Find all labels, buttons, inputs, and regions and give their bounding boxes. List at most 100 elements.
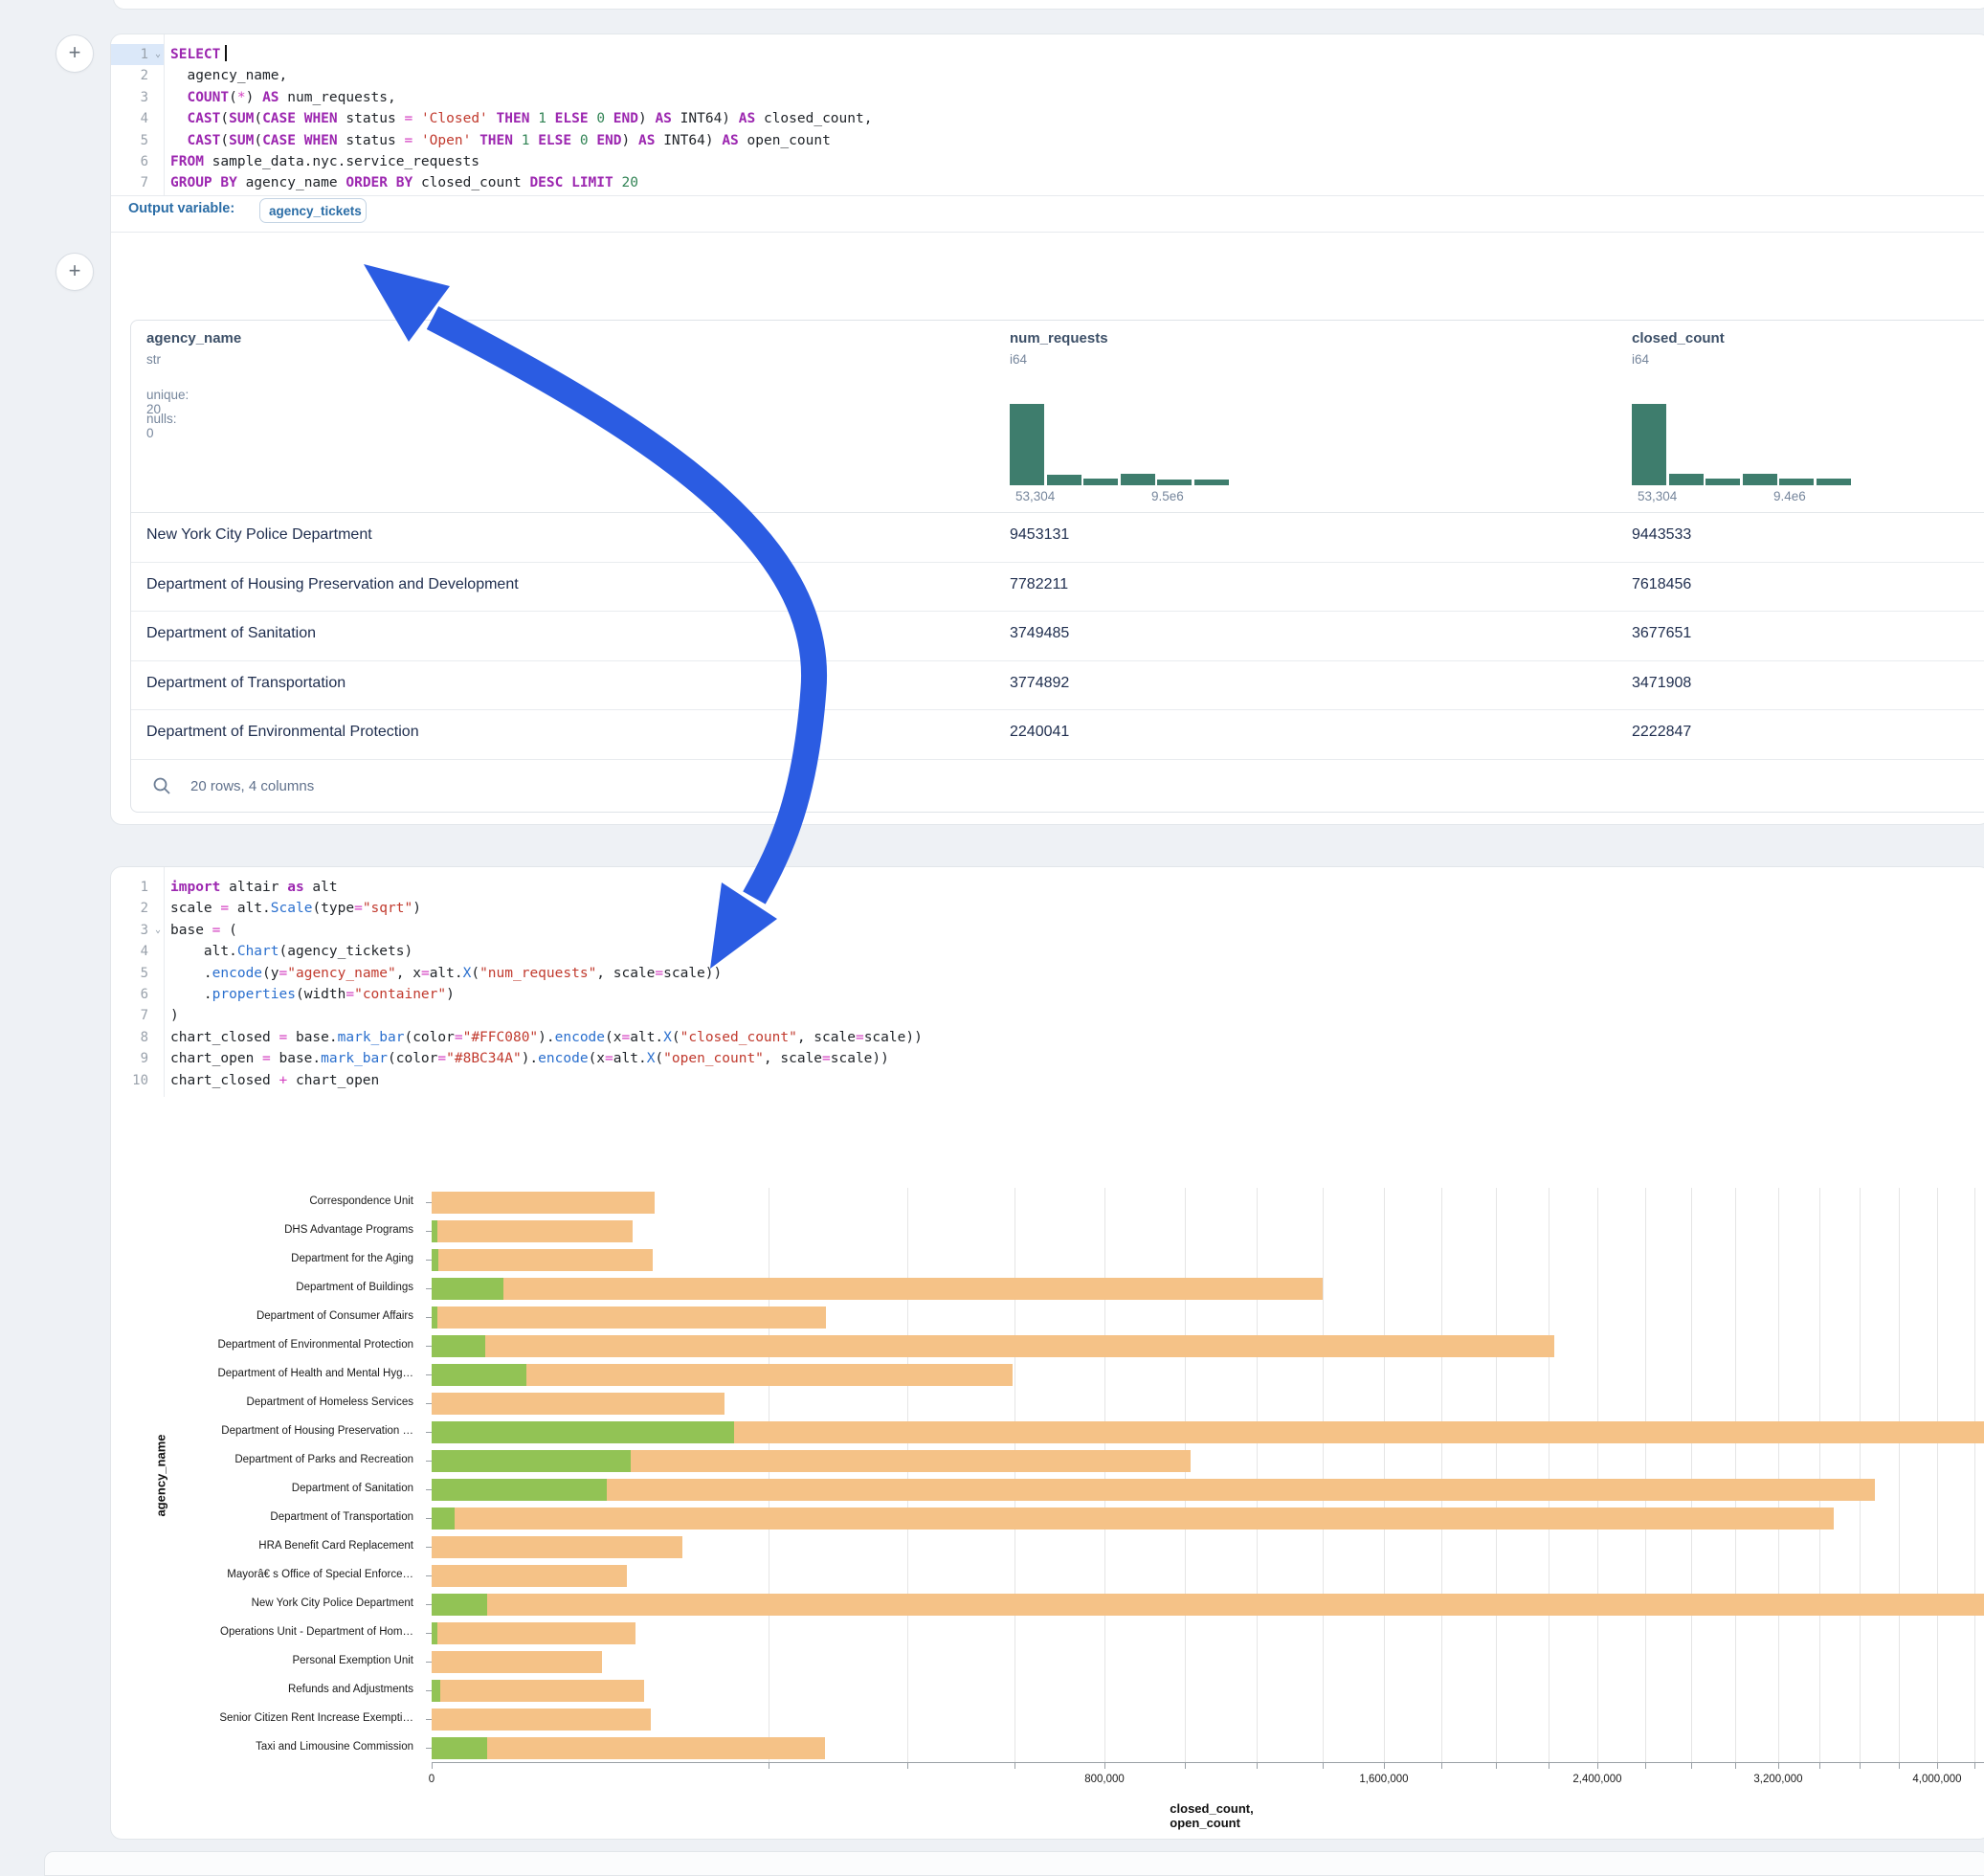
x-axis-label: 2,400,000 (1572, 1774, 1621, 1785)
code-token: scale)) (831, 1051, 889, 1066)
code-token: chart_closed (170, 1073, 279, 1088)
line-number: 2 (111, 65, 164, 86)
output-variable-pill[interactable]: agency_tickets (259, 198, 367, 223)
code-line-text: FROM sample_data.nyc.service_requests (170, 151, 479, 172)
code-line: 8chart_closed = base.mark_bar(color="#FF… (111, 1027, 1984, 1048)
code-line: 3 COUNT(*) AS num_requests, (111, 87, 1984, 108)
y-axis-label: Department for the Aging (101, 1253, 413, 1264)
column-name: agency_name (146, 330, 241, 346)
code-token: SELECT (170, 47, 220, 62)
x-axis-label: 800,000 (1084, 1774, 1125, 1785)
code-token: properties (212, 987, 296, 1002)
y-axis-label: Refunds and Adjustments (101, 1684, 413, 1695)
chart-row (432, 1303, 1984, 1331)
code-token: chart_closed (170, 1030, 279, 1045)
chart-row (432, 1647, 1984, 1676)
code-token: "#8BC34A" (446, 1051, 522, 1066)
code-token: ( (254, 111, 262, 126)
table-row[interactable]: Department of Housing Preservation and D… (131, 563, 1984, 613)
x-axis-line (432, 1762, 1984, 1763)
code-line-text: base = ( (170, 920, 237, 941)
table-cell: 7618456 (1632, 576, 1691, 593)
code-token: encode (538, 1051, 588, 1066)
chart-row (432, 1188, 1984, 1217)
chart-row (432, 1446, 1984, 1475)
code-token: alt. (229, 901, 271, 916)
histogram-max-label: 9.4e6 (1773, 489, 1806, 503)
x-tick (1104, 1763, 1105, 1769)
table-cell: 2240041 (1010, 724, 1069, 741)
code-line: 2 agency_name, (111, 65, 1984, 86)
histogram-bar (1121, 474, 1156, 485)
table-row[interactable]: Department of Transportation377489234719… (131, 661, 1984, 711)
code-token: open_count (739, 133, 831, 148)
histogram-bar (1632, 404, 1667, 485)
code-token: CASE (262, 133, 296, 148)
column-histogram (1010, 404, 1230, 485)
y-tick (426, 1518, 432, 1519)
code-line-text: COUNT(*) AS num_requests, (170, 87, 396, 108)
table-row[interactable]: Department of Environmental Protection 22… (131, 710, 1984, 760)
bar-open-count (432, 1594, 487, 1616)
code-token (571, 133, 580, 148)
code-token: sample_data.nyc.service_requests (204, 154, 479, 169)
bar-closed-count (432, 1335, 1554, 1357)
code-token: * (237, 90, 246, 105)
code-token: alt. (170, 944, 237, 959)
code-line: 4 CAST(SUM(CASE WHEN status = 'Closed' T… (111, 108, 1984, 129)
bar-closed-count (432, 1622, 635, 1644)
collapse-chevron-icon[interactable]: ⌄ (155, 920, 161, 941)
search-icon[interactable] (152, 776, 171, 800)
code-token: scale)) (864, 1030, 923, 1045)
code-token: = (279, 966, 288, 981)
table-row[interactable]: Department of Sanitation37494853677651 (131, 612, 1984, 661)
add-cell-button-top[interactable]: + (56, 34, 94, 73)
x-tick (907, 1763, 908, 1769)
code-token: scale)) (663, 966, 722, 981)
chart-row (432, 1331, 1984, 1360)
code-token: = (605, 1051, 613, 1066)
table-cell: 3471908 (1632, 675, 1691, 692)
line-number: 3 (111, 87, 164, 108)
table-cell: 7782211 (1010, 576, 1068, 593)
table-cell: 2222847 (1632, 724, 1691, 741)
table-row[interactable]: New York City Police Department945313194… (131, 513, 1984, 563)
code-token (589, 111, 597, 126)
code-line-text: CAST(SUM(CASE WHEN status = 'Open' THEN … (170, 130, 831, 151)
y-axis-label: Personal Exemption Unit (101, 1655, 413, 1666)
collapse-chevron-icon[interactable]: ⌄ (155, 44, 161, 65)
python-code-editor[interactable]: 1import altair as alt2scale = alt.Scale(… (111, 877, 1984, 1091)
code-token: = (437, 1051, 446, 1066)
code-token: altair (220, 880, 287, 895)
code-token: GROUP (170, 175, 212, 190)
bar-open-count (432, 1364, 526, 1386)
sql-code-editor[interactable]: 1⌄SELECT2 agency_name,3 COUNT(*) AS num_… (111, 44, 1984, 194)
code-line: 9chart_open = base.mark_bar(color="#8BC3… (111, 1048, 1984, 1069)
bar-open-count (432, 1306, 437, 1329)
code-token: "closed_count" (680, 1030, 797, 1045)
code-token (488, 111, 497, 126)
y-tick (426, 1374, 432, 1375)
code-token: "#FFC080" (463, 1030, 539, 1045)
y-axis-label: Senior Citizen Rent Increase Exempti… (101, 1712, 413, 1724)
table-cell: Department of Environmental Protection (146, 724, 419, 741)
code-token: agency_name, (170, 68, 287, 83)
result-table: agency_namestrunique: 20nulls: 0num_requ… (130, 320, 1984, 813)
code-token: 0 (580, 133, 589, 148)
x-tick (1860, 1763, 1861, 1769)
code-token: FROM (170, 154, 204, 169)
bar-closed-count (432, 1708, 651, 1731)
column-type: i64 (1632, 352, 1649, 367)
code-token: chart_open (170, 1051, 262, 1066)
add-cell-button-middle[interactable]: + (56, 253, 94, 291)
column-type: i64 (1010, 352, 1027, 367)
next-cell-edge (44, 1851, 1984, 1876)
previous-cell-edge (113, 0, 1984, 10)
code-token: "agency_name" (287, 966, 396, 981)
y-tick (426, 1260, 432, 1261)
chart-row (432, 1360, 1984, 1389)
code-token: BY (396, 175, 412, 190)
code-token: as (287, 880, 303, 895)
histogram-min-label: 53,304 (1638, 489, 1677, 503)
code-token: (width (296, 987, 346, 1002)
